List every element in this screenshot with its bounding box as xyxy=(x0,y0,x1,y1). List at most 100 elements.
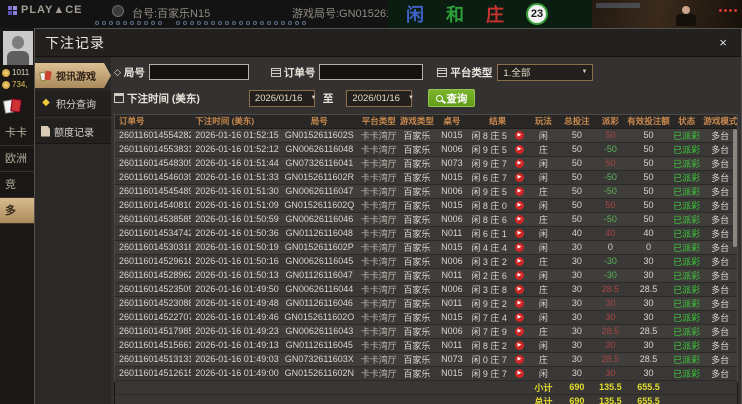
table-row: 2601160145227072026-01-16 01:49:46GN0152… xyxy=(115,310,737,324)
replay-video-icon[interactable]: ▶ xyxy=(515,313,524,322)
modal-content: ◇ 局号 订单号 平台类型 1. xyxy=(111,57,741,404)
top-bar: PLAY▲CE 台号:百家乐N15 游戏局号:GN0152611602T 闲 和… xyxy=(0,0,742,28)
replay-video-icon[interactable]: ▶ xyxy=(515,341,524,350)
replay-video-icon[interactable]: ▶ xyxy=(515,355,524,364)
table-row: 2601160145347422026-01-16 01:50:36GN0112… xyxy=(115,226,737,240)
replay-video-icon[interactable]: ▶ xyxy=(515,369,524,378)
lobby-nav-item[interactable]: 竞 xyxy=(0,172,34,198)
date-to-select[interactable]: 2026/01/16▼ xyxy=(346,90,412,107)
filter-row-1: ◇ 局号 订单号 平台类型 1. xyxy=(114,61,738,83)
replay-video-icon[interactable]: ▶ xyxy=(515,271,524,280)
to-label: 至 xyxy=(323,91,334,106)
score-banner: 闲 和 庄 23 xyxy=(388,0,592,28)
column-header: 有效投注额 xyxy=(627,115,670,128)
close-icon[interactable]: × xyxy=(715,34,731,51)
replay-video-icon[interactable]: ▶ xyxy=(515,229,524,238)
tie-char: 和 xyxy=(446,1,464,27)
grand-total-row: 总计 690 135.5 655.5 xyxy=(115,394,737,404)
result-text: 闲 9 庄 7 xyxy=(471,367,507,380)
replay-video-icon[interactable]: ▶ xyxy=(515,299,524,308)
dealer-video xyxy=(592,0,742,28)
column-header: 结果 xyxy=(469,115,527,128)
bet-time-label: 下注时间 (美东) xyxy=(114,91,200,106)
column-header: 桌号 xyxy=(435,115,469,128)
table-row: 2601160145289622026-01-16 01:50:13GN0112… xyxy=(115,268,737,282)
menu-item-视讯游戏[interactable]: 视讯游戏 xyxy=(35,63,111,88)
coin-icon xyxy=(2,69,10,77)
replay-video-icon[interactable]: ▶ xyxy=(515,285,524,294)
result-text: 闲 8 庄 2 xyxy=(471,339,507,352)
order-input[interactable] xyxy=(319,64,423,80)
video-red-dots xyxy=(719,9,737,12)
filter-row-2: 下注时间 (美东) 2026/01/16▼ 至 2026/01/16▼ 查询 xyxy=(114,87,738,109)
result-text: 闲 8 庄 6 xyxy=(471,213,507,226)
replay-video-icon[interactable]: ▶ xyxy=(515,243,524,252)
replay-video-icon[interactable]: ▶ xyxy=(515,173,524,182)
result-text: 闲 4 庄 4 xyxy=(471,241,507,254)
records-table: 订单号下注时间 (美东)局号平台类型游戏类型桌号结果玩法总投注派彩有效投注额状态… xyxy=(115,115,737,404)
chevron-down-icon: ▼ xyxy=(302,95,316,101)
table-row: 2601160145454892026-01-16 01:51:30GN0062… xyxy=(115,184,737,198)
table-row: 2601160145483092026-01-16 01:51:44GN0732… xyxy=(115,156,737,170)
table-row: 2601160145156612026-01-16 01:49:13GN0112… xyxy=(115,338,737,352)
lobby-nav-item[interactable]: 欧洲 xyxy=(0,146,34,172)
records-table-panel: 订单号下注时间 (美东)局号平台类型游戏类型桌号结果玩法总投注派彩有效投注额状态… xyxy=(114,114,738,382)
result-text: 闲 8 庄 0 xyxy=(471,199,507,212)
platform-select[interactable]: 1.全部▼ xyxy=(497,64,593,81)
document-icon xyxy=(41,126,50,137)
column-header: 派彩 xyxy=(594,115,628,128)
lobby-nav-item[interactable]: 卡卡 xyxy=(0,120,34,146)
bet-records-modal: 下注记录 × 视讯游戏◆积分查询额度记录 ◇ 局号 订单号 xyxy=(34,28,742,404)
replay-video-icon[interactable]: ▶ xyxy=(515,257,524,266)
table-row: 2601160145303182026-01-16 01:50:19GN0152… xyxy=(115,240,737,254)
balance-row: 1011 xyxy=(2,68,29,77)
replay-video-icon[interactable]: ▶ xyxy=(515,145,524,154)
menu-item-积分查询[interactable]: ◆积分查询 xyxy=(35,91,111,116)
chevron-down-icon: ▼ xyxy=(400,95,414,101)
replay-video-icon[interactable]: ▶ xyxy=(515,201,524,210)
result-text: 闲 6 庄 1 xyxy=(471,227,507,240)
column-header: 状态 xyxy=(670,115,704,128)
result-text: 闲 6 庄 7 xyxy=(471,171,507,184)
result-text: 闲 9 庄 5 xyxy=(471,143,507,156)
column-header: 总投注 xyxy=(560,115,594,128)
replay-video-icon[interactable]: ▶ xyxy=(515,131,524,140)
chip-icon xyxy=(112,5,124,17)
column-header: 游戏类型 xyxy=(399,115,436,128)
replay-video-icon[interactable]: ▶ xyxy=(515,187,524,196)
column-header: 局号 xyxy=(280,115,359,128)
replay-video-icon[interactable]: ▶ xyxy=(515,215,524,224)
brand-grid-icon xyxy=(8,6,17,15)
column-header: 平台类型 xyxy=(359,115,399,128)
table-scrollbar[interactable] xyxy=(733,129,737,247)
replay-video-icon[interactable]: ▶ xyxy=(515,159,524,168)
date-from-select[interactable]: 2026/01/16▼ xyxy=(249,90,315,107)
video-overlay-bar xyxy=(596,3,640,8)
table-row: 2601160145230882026-01-16 01:49:48GN0112… xyxy=(115,296,737,310)
table-row: 2601160145296182026-01-16 01:50:16GN0062… xyxy=(115,254,737,268)
modal-menu: 视讯游戏 ◆积分查询额度记录 xyxy=(35,57,111,404)
result-text: 闲 3 庄 2 xyxy=(471,255,507,268)
column-header: 下注时间 (美东) xyxy=(191,115,279,128)
replay-video-icon[interactable]: ▶ xyxy=(515,327,524,336)
result-text: 闲 2 庄 6 xyxy=(471,269,507,282)
cards-icon xyxy=(4,98,22,114)
table-row: 2601160145385852026-01-16 01:50:59GN0062… xyxy=(115,212,737,226)
table-row: 2601160145408102026-01-16 01:51:09GN0152… xyxy=(115,198,737,212)
table-row: 2601160145460392026-01-16 01:51:33GN0152… xyxy=(115,170,737,184)
round-input[interactable] xyxy=(149,64,249,80)
coin-icon xyxy=(2,81,10,89)
diamond-outline-icon: ◇ xyxy=(114,67,121,78)
screen: PLAY▲CE 台号:百家乐N15 游戏局号:GN0152611602T 闲 和… xyxy=(0,0,742,404)
round-filter-label: ◇ 局号 xyxy=(114,65,145,80)
menu-item-label: 积分查询 xyxy=(56,96,96,111)
lobby-nav-item[interactable]: 多 xyxy=(0,198,34,224)
count-badge: 23 xyxy=(526,3,548,25)
search-button[interactable]: 查询 xyxy=(428,89,475,107)
result-text: 闲 9 庄 5 xyxy=(471,185,507,198)
order-filter-label: 订单号 xyxy=(271,65,316,80)
result-text: 闲 0 庄 7 xyxy=(471,353,507,366)
menu-item-label: 额度记录 xyxy=(54,124,94,139)
menu-item-额度记录[interactable]: 额度记录 xyxy=(35,119,111,144)
avatar[interactable] xyxy=(3,31,33,65)
